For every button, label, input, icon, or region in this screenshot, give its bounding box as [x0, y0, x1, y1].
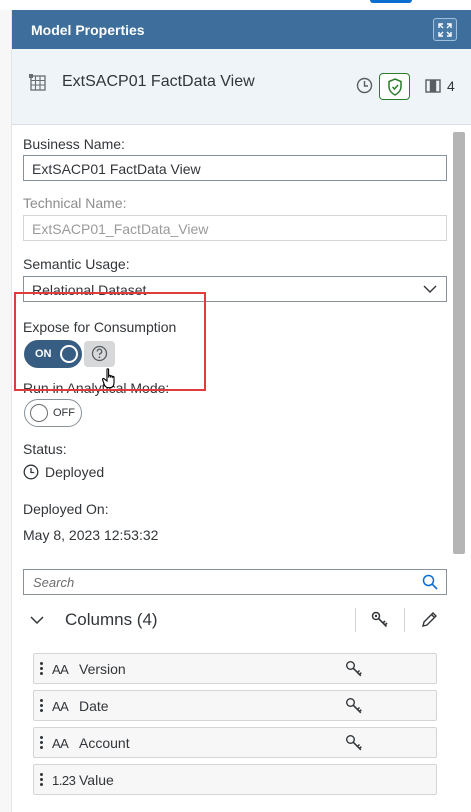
divider [404, 608, 405, 632]
column-row[interactable]: AA Date [33, 690, 437, 721]
search-icon[interactable] [422, 574, 438, 590]
column-type: AA [52, 699, 69, 714]
edit-icon[interactable] [421, 611, 438, 628]
scrollbar[interactable] [453, 132, 465, 554]
status-row: Deployed [23, 464, 104, 480]
key-icon [346, 661, 362, 677]
columns-icon [425, 79, 441, 93]
shield-button[interactable] [379, 73, 410, 100]
panel-header: Model Properties [12, 10, 471, 49]
search-input[interactable]: Search [23, 569, 447, 595]
column-name: Account [79, 735, 130, 751]
columns-count: 4 [447, 78, 455, 94]
key-icon [346, 735, 362, 751]
technical-name-label: Technical Name: [23, 195, 127, 211]
clock-icon [23, 464, 39, 480]
analytical-toggle-text: OFF [53, 407, 75, 419]
key-settings-icon[interactable] [371, 611, 389, 629]
left-edge [0, 10, 12, 812]
drag-handle-icon[interactable] [40, 773, 43, 788]
column-type: AA [52, 662, 69, 677]
technical-name-field: ExtSACP01_FactData_View [23, 215, 447, 241]
status-label: Status: [23, 441, 67, 457]
column-row[interactable]: AA Version [33, 653, 437, 684]
expand-icon [438, 23, 452, 37]
column-type: 1.23 [52, 773, 76, 788]
drag-handle-icon[interactable] [40, 662, 43, 677]
drag-handle-icon[interactable] [40, 736, 43, 751]
status-value: Deployed [45, 464, 105, 480]
column-type: AA [52, 736, 69, 751]
semantic-usage-label: Semantic Usage: [23, 256, 130, 272]
key-icon [346, 698, 362, 714]
business-name-label: Business Name: [23, 136, 125, 152]
column-name: Date [79, 698, 109, 714]
search-placeholder: Search [33, 575, 75, 590]
drag-handle-icon[interactable] [40, 699, 43, 714]
toggle-knob [30, 404, 48, 422]
deployed-on-value: May 8, 2023 12:53:32 [23, 527, 159, 543]
panel-title: Model Properties [31, 21, 145, 38]
top-strip [0, 0, 471, 10]
hand-cursor-icon [102, 368, 115, 389]
top-tab-indicator [370, 0, 412, 3]
columns-section-header: Columns (4) [12, 603, 455, 637]
shield-icon [388, 78, 402, 96]
column-name: Value [79, 772, 114, 788]
view-icon [29, 74, 46, 91]
divider [355, 608, 356, 632]
column-name: Version [79, 661, 126, 677]
deployed-on-label: Deployed On: [23, 501, 109, 517]
clock-icon[interactable] [356, 77, 373, 94]
expand-button[interactable] [433, 18, 457, 41]
chevron-down-icon[interactable] [30, 615, 44, 625]
column-row[interactable]: 1.23 Value [33, 764, 437, 795]
columns-title: Columns (4) [65, 610, 158, 629]
object-title: ExtSACP01 FactData View [62, 73, 255, 90]
column-row[interactable]: AA Account [33, 727, 437, 758]
object-header: ExtSACP01 FactData View 4 [12, 49, 471, 125]
business-name-field[interactable]: ExtSACP01 FactData View [23, 155, 447, 181]
analytical-mode-toggle[interactable]: OFF [24, 399, 82, 427]
chevron-down-icon [423, 285, 437, 293]
